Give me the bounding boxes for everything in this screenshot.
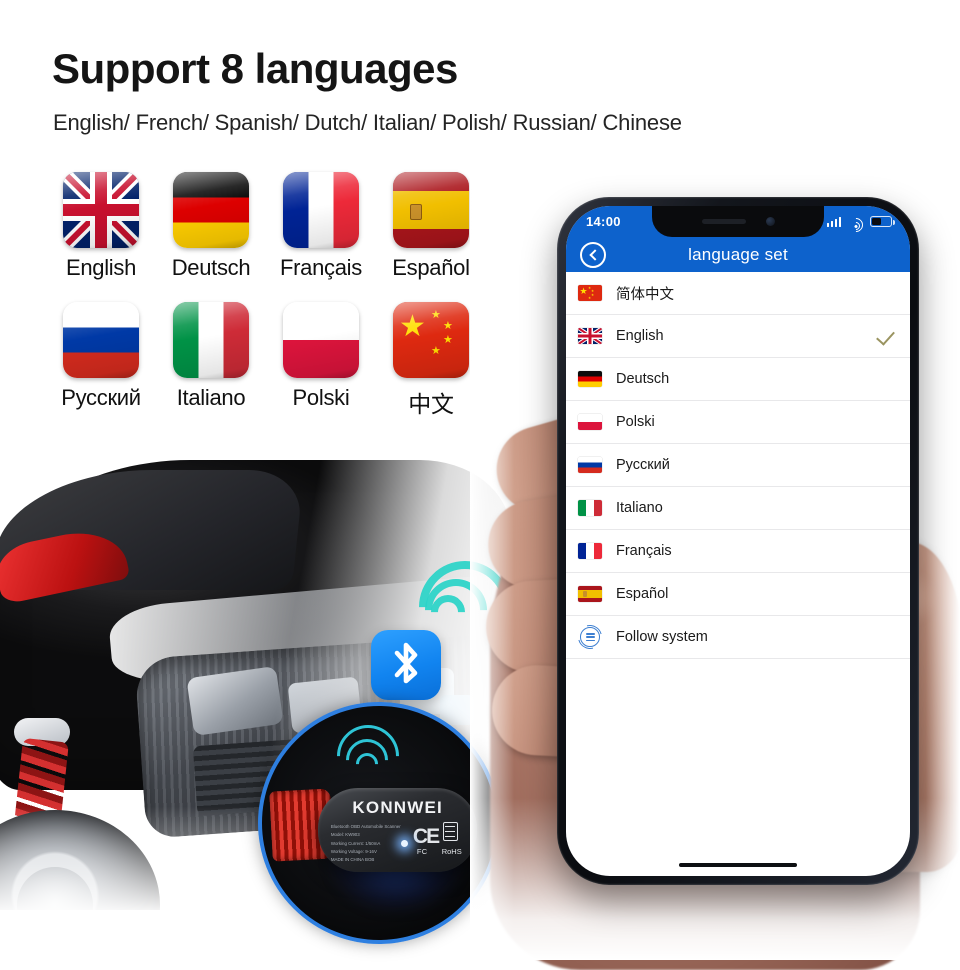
list-item-label: Español	[616, 586, 669, 602]
status-led	[400, 840, 408, 848]
flag-uk-icon	[63, 172, 139, 248]
follow-system-icon	[573, 620, 607, 654]
flag-poland-icon	[578, 414, 602, 430]
list-item-label: Polski	[616, 414, 655, 430]
list-item-label: Русский	[616, 457, 670, 473]
flag-cell-italiano: Italiano	[156, 302, 266, 432]
home-indicator-bar[interactable]	[679, 862, 797, 867]
list-item-label: 简体中文	[616, 286, 674, 303]
phone-notch	[652, 206, 824, 237]
flag-grid: English Deutsch Français Español Русский…	[46, 172, 516, 432]
rohs-mark: RoHS	[441, 847, 462, 856]
earpiece-speaker-icon	[701, 219, 746, 224]
flag-label: English	[65, 255, 137, 280]
flag-cell-english: English	[46, 172, 156, 302]
flag-russia-icon	[578, 457, 602, 473]
list-item-deutsch[interactable]: Deutsch	[566, 358, 910, 401]
list-item-polski[interactable]: Polski	[566, 401, 910, 444]
phone-screen: 14:00 language set ★ ★ ★ ★ ★ 简体中文 Englis…	[566, 206, 910, 876]
list-item-espanol[interactable]: Español	[566, 573, 910, 616]
flag-label: Deutsch	[171, 255, 251, 280]
bluetooth-icon	[371, 630, 441, 700]
navigation-bar: language set	[566, 237, 910, 272]
flag-cell-russian: Русский	[46, 302, 156, 432]
weee-bin-icon	[442, 821, 458, 841]
flag-china-icon: ★ ★ ★ ★ ★	[578, 285, 602, 301]
flag-uk-icon	[578, 328, 602, 344]
list-item-italiano[interactable]: Italiano	[566, 487, 910, 530]
page-subtitle: English/ French/ Spanish/ Dutch/ Italian…	[53, 110, 682, 135]
fcc-mark: FC	[416, 847, 428, 856]
status-bar-time: 14:00	[586, 214, 621, 229]
list-item-follow-system[interactable]: Follow system	[566, 616, 910, 659]
flag-germany-icon	[578, 371, 602, 387]
list-item-francais[interactable]: Français	[566, 530, 910, 573]
list-item-simplified-chinese[interactable]: ★ ★ ★ ★ ★ 简体中文	[566, 272, 910, 315]
obd-dongle: KONNWEI Bluetooth OBD Automobile Scanner…	[318, 787, 478, 873]
flag-china-icon: ★ ★ ★ ★ ★	[393, 302, 469, 378]
flag-italy-icon	[173, 302, 249, 378]
status-bar-indicators	[826, 215, 895, 235]
checkmark-icon	[876, 326, 895, 346]
flag-label: Français	[280, 255, 362, 280]
smartphone-mockup: 14:00 language set ★ ★ ★ ★ ★ 简体中文 Englis…	[557, 197, 919, 885]
flag-label: Italiano	[176, 385, 246, 410]
promo-banner: Support 8 languages English/ French/ Spa…	[0, 0, 960, 970]
list-item-label: English	[616, 328, 664, 344]
wifi-icon	[845, 215, 866, 235]
flag-russia-icon	[63, 302, 139, 378]
list-item-label: Français	[616, 543, 672, 559]
flag-cell-polski: Polski	[266, 302, 376, 432]
screen-title: language set	[688, 244, 788, 264]
list-item-label: Follow system	[616, 629, 708, 645]
flag-label: 中文	[408, 391, 454, 417]
flag-spain-icon	[578, 586, 602, 602]
flag-germany-icon	[173, 172, 249, 248]
list-item-label: Italiano	[616, 500, 663, 516]
flag-cell-francais: Français	[266, 172, 376, 302]
back-chevron-icon[interactable]	[580, 241, 606, 268]
flag-france-icon	[578, 543, 602, 559]
front-camera-icon	[765, 217, 775, 226]
flag-cell-deutsch: Deutsch	[156, 172, 266, 302]
list-item-english[interactable]: English	[566, 315, 910, 358]
flag-spain-icon	[393, 172, 469, 248]
flag-poland-icon	[283, 302, 359, 378]
ce-mark: CE	[412, 824, 440, 848]
flag-label: Polski	[292, 385, 350, 410]
flag-label: Русский	[61, 385, 141, 410]
page-title: Support 8 languages	[52, 45, 458, 92]
language-list: ★ ★ ★ ★ ★ 简体中文 English Deutsch Polski Ру…	[566, 272, 910, 659]
device-magnifier: KONNWEI Bluetooth OBD Automobile Scanner…	[258, 702, 500, 944]
list-item-russian[interactable]: Русский	[566, 444, 910, 487]
flag-label: Español	[392, 255, 470, 280]
flag-france-icon	[283, 172, 359, 248]
battery-icon	[870, 216, 895, 227]
certification-marks: CE FC RoHS	[401, 820, 468, 862]
device-brand: KONNWEI	[352, 797, 443, 817]
list-item-label: Deutsch	[616, 371, 670, 387]
cellular-signal-icon	[826, 216, 841, 227]
flag-italy-icon	[578, 500, 602, 516]
